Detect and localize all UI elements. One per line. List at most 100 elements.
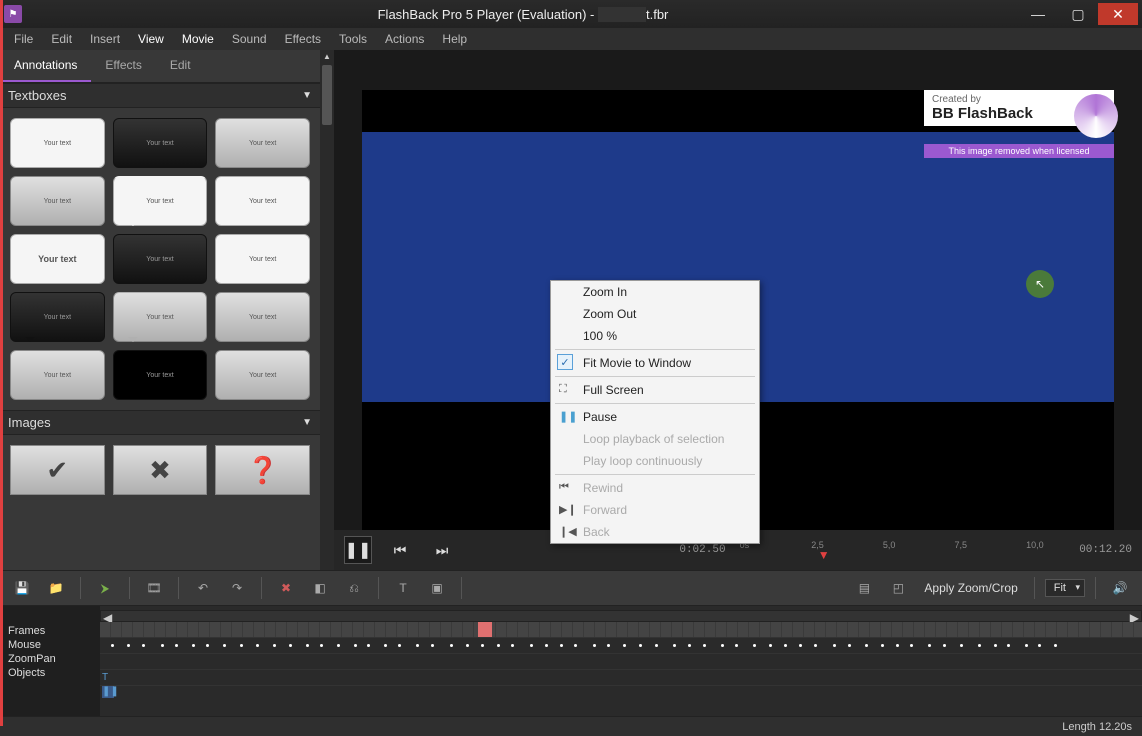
mouse-event-dot <box>623 644 626 647</box>
open-button[interactable]: 📁 <box>42 575 70 601</box>
separator <box>1095 577 1096 599</box>
menu-sound[interactable]: Sound <box>224 30 275 48</box>
export-button[interactable]: 🎞 <box>140 575 168 601</box>
textbox-style-6[interactable]: Your text <box>215 176 310 226</box>
textbox-style-9[interactable]: Your text <box>215 234 310 284</box>
image-check[interactable]: ✔ <box>10 445 105 495</box>
title-text: FlashBack Pro 5 Player (Evaluation) - <box>378 7 598 22</box>
textbox-style-15[interactable]: Your text <box>215 350 310 400</box>
images-header[interactable]: Images▼ <box>0 410 320 435</box>
textbox-style-8[interactable]: Your text <box>113 234 208 284</box>
object-text-icon[interactable]: T <box>102 672 114 684</box>
menu-movie[interactable]: Movie <box>174 30 222 48</box>
split-button[interactable]: ⎌ <box>340 575 368 601</box>
redo-button[interactable]: ↷ <box>223 575 251 601</box>
tab-effects[interactable]: Effects <box>91 50 155 82</box>
separator <box>129 577 130 599</box>
mouse-event-dot <box>978 644 981 647</box>
objects-track[interactable]: T ❚❚ <box>100 670 1142 686</box>
sidebar-scrollbar[interactable]: ▲ <box>320 50 334 570</box>
menu-actions[interactable]: Actions <box>377 30 432 48</box>
menu-help[interactable]: Help <box>434 30 475 48</box>
timeline: Frames Mouse ZoomPan Objects ◀▶ T ❚❚ <box>0 606 1142 716</box>
prev-frame-button[interactable]: ⏮ <box>386 536 414 564</box>
zoompan-track[interactable] <box>100 654 1142 670</box>
scroll-right-icon[interactable]: ▶ <box>1130 611 1139 621</box>
tab-annotations[interactable]: Annotations <box>0 50 91 82</box>
textbox-style-1[interactable]: Your text <box>10 118 105 168</box>
fit-screen-button[interactable]: ◰ <box>884 575 912 601</box>
textbox-style-3[interactable]: Your text <box>215 118 310 168</box>
textbox-style-14[interactable]: Your text <box>113 350 208 400</box>
maximize-button[interactable]: ▢ <box>1058 3 1098 25</box>
next-frame-button[interactable]: ⏭ <box>428 536 456 564</box>
textbox-style-4[interactable]: Your text <box>10 176 105 226</box>
scroll-up-icon[interactable]: ▲ <box>320 50 334 63</box>
separator <box>80 577 81 599</box>
time-ruler[interactable]: 0s 2,5 ▼ 5,0 7,5 10,0 <box>740 540 1066 560</box>
text-button[interactable]: T <box>389 575 417 601</box>
close-button[interactable]: ✕ <box>1098 3 1138 25</box>
volume-button[interactable]: 🔊 <box>1106 575 1134 601</box>
image-grid: ✔ ✖ ❓ <box>0 435 320 505</box>
cursor-indicator: ↖ <box>1026 270 1054 298</box>
context-100-[interactable]: 100 % <box>551 325 759 347</box>
timeline-scrollbar[interactable]: ◀▶ <box>100 610 1142 622</box>
image-question[interactable]: ❓ <box>215 445 310 495</box>
scroll-thumb[interactable] <box>322 65 332 125</box>
mouse-event-dot <box>688 644 691 647</box>
textbox-style-5[interactable]: Your text <box>113 176 208 226</box>
context-fit-movie-to-window[interactable]: Fit Movie to Window✓ <box>551 352 759 374</box>
image-cross[interactable]: ✖ <box>113 445 208 495</box>
textboxes-header[interactable]: Textboxes▼ <box>0 83 320 108</box>
mouse-event-dot <box>865 644 868 647</box>
context-zoom-out[interactable]: Zoom Out <box>551 303 759 325</box>
pause-button[interactable]: ❚❚ <box>344 536 372 564</box>
mouse-event-dot <box>289 644 292 647</box>
crop-button[interactable]: ◧ <box>306 575 334 601</box>
mouse-event-dot <box>769 644 772 647</box>
object-pause-icon[interactable]: ❚❚ <box>102 686 114 698</box>
context-full-screen[interactable]: Full Screen⛶ <box>551 379 759 401</box>
watermark-strip: This image removed when licensed <box>924 144 1114 158</box>
mouse-event-dot <box>881 644 884 647</box>
context-zoom-in[interactable]: Zoom In <box>551 281 759 303</box>
context-forward: Forward▶❙ <box>551 499 759 521</box>
tab-edit[interactable]: Edit <box>156 50 205 82</box>
mouse-event-dot <box>192 644 195 647</box>
menu-file[interactable]: File <box>6 30 41 48</box>
menu-insert[interactable]: Insert <box>82 30 128 48</box>
mouse-event-dot <box>593 644 596 647</box>
textbox-style-7[interactable]: Your text <box>10 234 105 284</box>
context-pause[interactable]: Pause❚❚ <box>551 406 759 428</box>
playhead-marker-icon[interactable]: ▼ <box>818 548 830 562</box>
mouse-event-dot <box>655 644 658 647</box>
textbox-style-12[interactable]: Your text <box>215 292 310 342</box>
save-button[interactable]: 💾 <box>8 575 36 601</box>
minimize-button[interactable]: — <box>1018 3 1058 25</box>
delete-button[interactable]: ✖ <box>272 575 300 601</box>
zoom-fit-combo[interactable]: Fit <box>1045 579 1085 597</box>
playhead-line[interactable] <box>0 0 3 726</box>
undo-button[interactable]: ↶ <box>189 575 217 601</box>
textbox-style-11[interactable]: Your text <box>113 292 208 342</box>
menu-edit[interactable]: Edit <box>43 30 80 48</box>
apply-zoom-button[interactable]: Apply Zoom/Crop <box>918 581 1023 595</box>
menu-view[interactable]: View <box>130 30 172 48</box>
share-button[interactable]: ⮞ <box>91 575 119 601</box>
frames-track[interactable] <box>100 622 1142 638</box>
frame-selection[interactable] <box>478 622 492 637</box>
menu-effects[interactable]: Effects <box>277 30 329 48</box>
swirl-icon <box>1074 94 1118 138</box>
mouse-event-dot <box>1007 644 1010 647</box>
textbox-style-2[interactable]: Your text <box>113 118 208 168</box>
layers-button[interactable]: ▤ <box>850 575 878 601</box>
scroll-left-icon[interactable]: ◀ <box>103 611 112 621</box>
mouse-track[interactable] <box>100 638 1142 654</box>
tracks-area[interactable]: ◀▶ T ❚❚ <box>100 606 1142 716</box>
status-length: Length 12.20s <box>1062 721 1132 733</box>
menu-tools[interactable]: Tools <box>331 30 375 48</box>
textbox-style-13[interactable]: Your text <box>10 350 105 400</box>
frame-button[interactable]: ▣ <box>423 575 451 601</box>
textbox-style-10[interactable]: Your text <box>10 292 105 342</box>
